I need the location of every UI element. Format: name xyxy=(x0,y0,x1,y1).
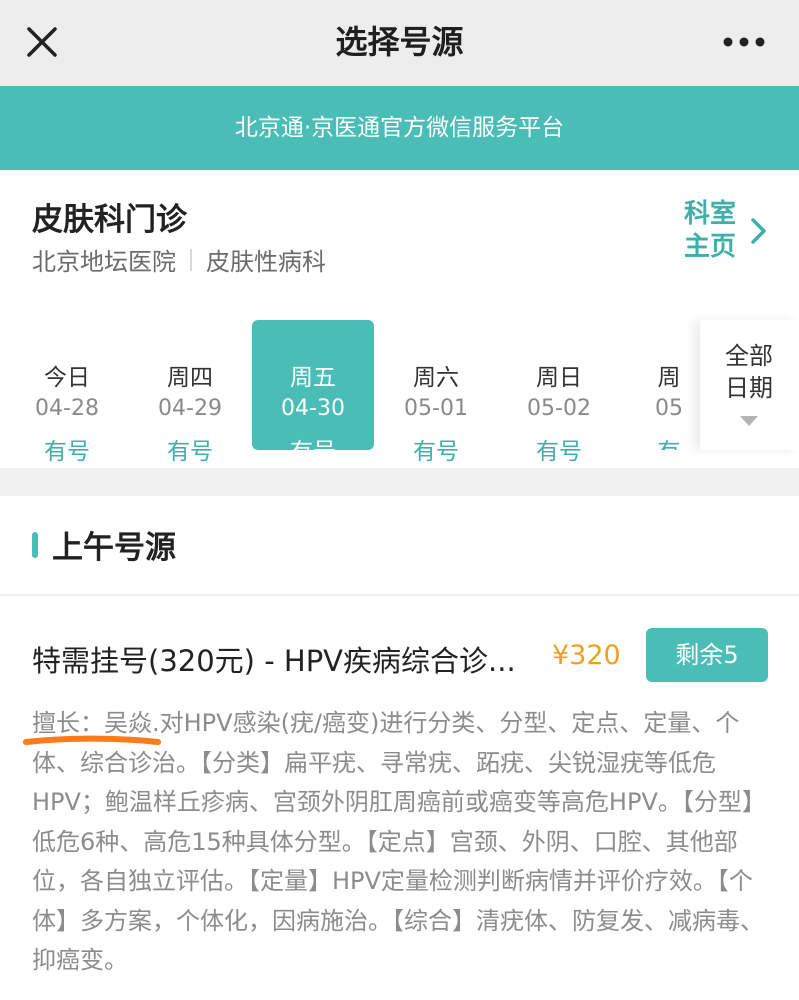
date-weekday: 周四 xyxy=(167,365,213,391)
division-name: 皮肤性病科 xyxy=(206,248,326,276)
platform-banner: 北京通·京医通官方微信服务平台 xyxy=(0,86,799,170)
caret-down-icon xyxy=(740,416,758,426)
section-accent-bar xyxy=(32,532,38,558)
date-value: 04-28 xyxy=(35,396,99,421)
date-weekday: 周六 xyxy=(413,365,459,391)
date-tab-sunday[interactable]: 周日 05-02 有号 xyxy=(498,320,620,465)
page-title: 选择号源 xyxy=(335,23,464,61)
date-tab-saturday[interactable]: 周六 05-01 有号 xyxy=(375,320,497,465)
specialty-text: 擅长：吴焱.对HPV感染(疣/癌变)进行分类、分型、定点、定量、个体、综合诊治。… xyxy=(32,709,766,974)
date-weekday: 周日 xyxy=(536,365,582,391)
date-availability: 有号 xyxy=(536,439,582,465)
ticket-title: 特需挂号(320元) - HPV疾病综合诊... xyxy=(32,644,516,678)
date-availability: 有号 xyxy=(290,439,336,465)
date-value: 05-01 xyxy=(404,396,468,421)
top-nav-bar: 选择号源 xyxy=(0,0,799,86)
date-availability: 有号 xyxy=(167,439,213,465)
more-icon[interactable] xyxy=(716,22,772,62)
date-selector: 今日 04-28 有号 周四 04-29 有号 周五 04-30 有号 周六 0… xyxy=(0,296,799,468)
department-home-label: 科室主页 xyxy=(684,199,737,262)
morning-section-header: 上午号源 xyxy=(0,496,799,596)
ticket-card[interactable]: 特需挂号(320元) - HPV疾病综合诊... ¥320 剩余5 擅长：吴焱.… xyxy=(0,598,799,1000)
date-weekday: 周五 xyxy=(290,365,336,391)
date-value: 04-29 xyxy=(158,396,222,421)
department-home-link[interactable]: 科室主页 xyxy=(684,198,770,264)
section-title: 上午号源 xyxy=(52,530,176,566)
department-subtitle: 北京地坛医院 皮肤性病科 xyxy=(32,242,326,277)
close-icon[interactable] xyxy=(20,20,64,64)
all-dates-label: 全部日期 xyxy=(725,342,773,402)
hospital-name: 北京地坛医院 xyxy=(32,248,176,276)
ticket-price: ¥320 xyxy=(552,640,621,671)
section-divider xyxy=(0,468,799,496)
date-tab-thursday[interactable]: 周四 04-29 有号 xyxy=(129,320,251,465)
hand-drawn-underline xyxy=(23,735,161,745)
subtitle-divider xyxy=(190,248,192,271)
date-availability: 有号 xyxy=(413,439,459,465)
department-name: 皮肤科门诊 xyxy=(32,202,187,238)
remaining-slots-button[interactable]: 剩余5 xyxy=(646,628,768,682)
date-value: 04-30 xyxy=(281,396,345,421)
date-value: 05-02 xyxy=(527,396,591,421)
date-tab-friday[interactable]: 周五 04-30 有号 xyxy=(252,320,374,465)
date-tab-today[interactable]: 今日 04-28 有号 xyxy=(6,320,128,465)
chevron-right-icon xyxy=(748,216,770,246)
date-weekday: 今日 xyxy=(44,365,90,391)
date-availability: 有号 xyxy=(44,439,90,465)
all-dates-button[interactable]: 全部日期 xyxy=(700,320,799,450)
department-header: 皮肤科门诊 北京地坛医院 皮肤性病科 科室主页 xyxy=(0,170,799,296)
